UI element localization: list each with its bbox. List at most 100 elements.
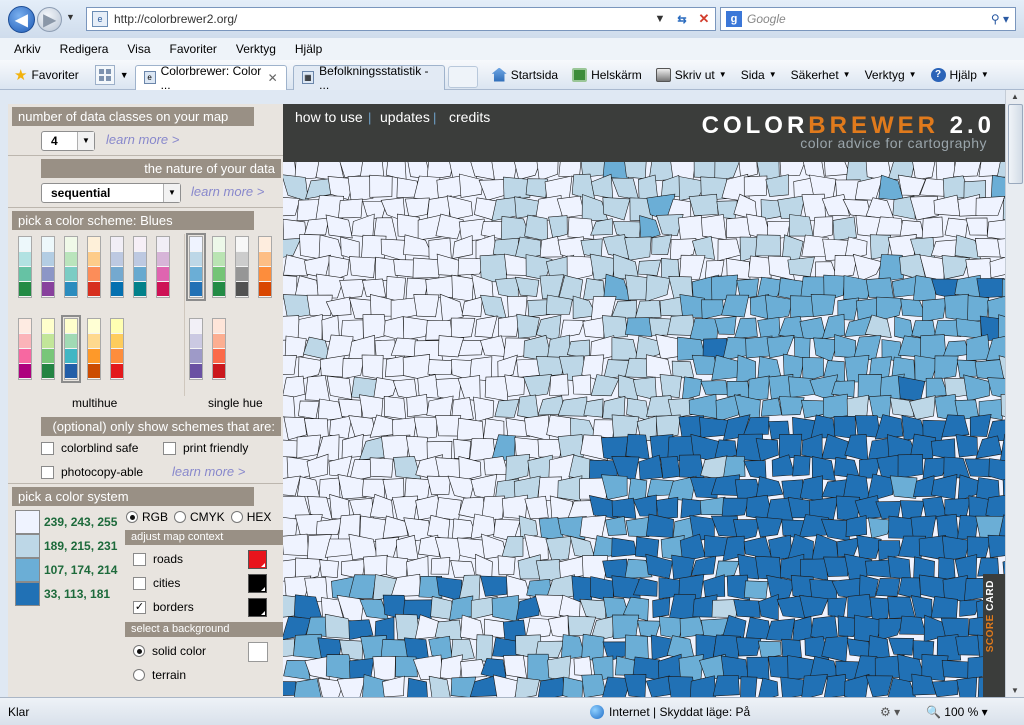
county-shape[interactable]: [505, 453, 530, 482]
county-shape[interactable]: [638, 454, 663, 481]
search-placeholder[interactable]: Google: [747, 12, 985, 26]
county-shape[interactable]: [781, 638, 802, 659]
scroll-up-icon[interactable]: ▲: [1011, 92, 1019, 101]
county-shape[interactable]: [964, 458, 992, 478]
print-filter[interactable]: print friendly: [163, 441, 248, 455]
county-shape[interactable]: [810, 293, 836, 317]
county-shape[interactable]: [957, 514, 979, 540]
county-shape[interactable]: [450, 560, 476, 578]
county-shape[interactable]: [748, 255, 772, 279]
county-shape[interactable]: [888, 637, 915, 656]
county-shape[interactable]: [623, 673, 647, 697]
county-shape[interactable]: [942, 340, 970, 359]
county-shape[interactable]: [944, 293, 969, 322]
county-shape[interactable]: [296, 434, 322, 459]
county-shape[interactable]: [480, 294, 507, 319]
borders-toggle[interactable]: ✓ borders: [133, 600, 194, 614]
tab-befolkningsstatistik[interactable]: ▦ Befolkningsstatistik - ...: [292, 64, 445, 92]
county-shape[interactable]: [591, 173, 614, 199]
county-shape[interactable]: [383, 395, 407, 420]
county-shape[interactable]: [955, 318, 982, 339]
county-shape[interactable]: [824, 162, 851, 177]
color-ramp[interactable]: [189, 318, 203, 380]
county-shape[interactable]: [404, 197, 430, 219]
county-shape[interactable]: [717, 238, 741, 262]
county-shape[interactable]: [657, 653, 682, 680]
stop-icon[interactable]: ✕: [693, 11, 715, 27]
color-ramp[interactable]: [18, 236, 32, 298]
county-shape[interactable]: [469, 438, 496, 462]
cities-color-picker[interactable]: [248, 574, 267, 593]
tab-list-dropdown-icon[interactable]: ▼: [120, 70, 129, 80]
score-card-tab[interactable]: SCORE CARD: [983, 574, 1005, 697]
borders-checkbox[interactable]: ✓: [133, 600, 146, 614]
county-shape[interactable]: [325, 214, 353, 239]
county-shape[interactable]: [844, 434, 869, 462]
county-shape[interactable]: [450, 317, 476, 339]
county-shape[interactable]: [723, 456, 746, 478]
county-shape[interactable]: [875, 216, 904, 236]
county-shape[interactable]: [733, 317, 758, 339]
county-shape[interactable]: [812, 216, 834, 240]
cities-toggle[interactable]: cities: [133, 576, 180, 590]
county-shape[interactable]: [572, 374, 592, 395]
county-shape[interactable]: [711, 354, 739, 381]
county-shape[interactable]: [611, 497, 637, 519]
refresh-icon[interactable]: ⇆: [671, 13, 693, 26]
county-shape[interactable]: [478, 179, 508, 201]
county-shape[interactable]: [765, 618, 796, 642]
county-shape[interactable]: [283, 638, 295, 658]
county-shape[interactable]: [974, 359, 1005, 381]
home-button[interactable]: Startsida: [491, 67, 558, 82]
county-shape[interactable]: [527, 653, 552, 682]
county-shape[interactable]: [407, 677, 428, 697]
county-shape[interactable]: [912, 162, 936, 181]
county-shape[interactable]: [582, 317, 605, 339]
county-shape[interactable]: [778, 433, 803, 460]
county-shape[interactable]: [395, 534, 419, 561]
county-shape[interactable]: [319, 559, 339, 579]
county-shape[interactable]: [611, 537, 638, 558]
county-shape[interactable]: [347, 175, 374, 202]
county-shape[interactable]: [634, 300, 662, 320]
county-shape[interactable]: [475, 634, 493, 663]
county-shape[interactable]: [625, 516, 650, 538]
county-shape[interactable]: [699, 496, 726, 516]
county-shape[interactable]: [701, 299, 725, 320]
county-shape[interactable]: [651, 234, 673, 255]
county-shape[interactable]: [941, 255, 970, 280]
roads-checkbox[interactable]: [133, 552, 146, 566]
color-ramp[interactable]: [212, 318, 226, 380]
county-shape[interactable]: [792, 455, 811, 477]
county-shape[interactable]: [637, 620, 662, 638]
menu-item-redigera[interactable]: Redigera: [57, 41, 112, 57]
county-shape[interactable]: [453, 438, 472, 459]
county-shape[interactable]: [832, 216, 857, 241]
county-shape[interactable]: [852, 253, 883, 282]
county-shape[interactable]: [427, 514, 451, 540]
county-shape[interactable]: [283, 237, 302, 258]
county-shape[interactable]: [304, 217, 330, 236]
county-shape[interactable]: [931, 679, 959, 697]
county-shape[interactable]: [822, 393, 849, 420]
county-shape[interactable]: [645, 274, 671, 303]
county-shape[interactable]: [383, 316, 405, 342]
county-shape[interactable]: [897, 454, 924, 479]
county-shape[interactable]: [306, 453, 329, 479]
county-shape[interactable]: [624, 236, 652, 261]
county-shape[interactable]: [998, 314, 1005, 341]
color-ramp[interactable]: [64, 236, 78, 298]
url-dropdown-icon[interactable]: ▼: [649, 13, 671, 25]
county-shape[interactable]: [869, 597, 891, 622]
county-shape[interactable]: [764, 294, 793, 321]
county-shape[interactable]: [495, 277, 519, 299]
cmyk-radio[interactable]: [174, 511, 187, 523]
county-shape[interactable]: [755, 476, 784, 499]
county-shape[interactable]: [473, 396, 495, 423]
colorblind-filter[interactable]: colorblind safe: [41, 441, 138, 455]
county-shape[interactable]: [611, 337, 639, 361]
county-shape[interactable]: [298, 400, 320, 420]
photocopy-checkbox[interactable]: [41, 465, 54, 479]
county-shape[interactable]: [975, 195, 1005, 216]
county-shape[interactable]: [712, 675, 740, 697]
